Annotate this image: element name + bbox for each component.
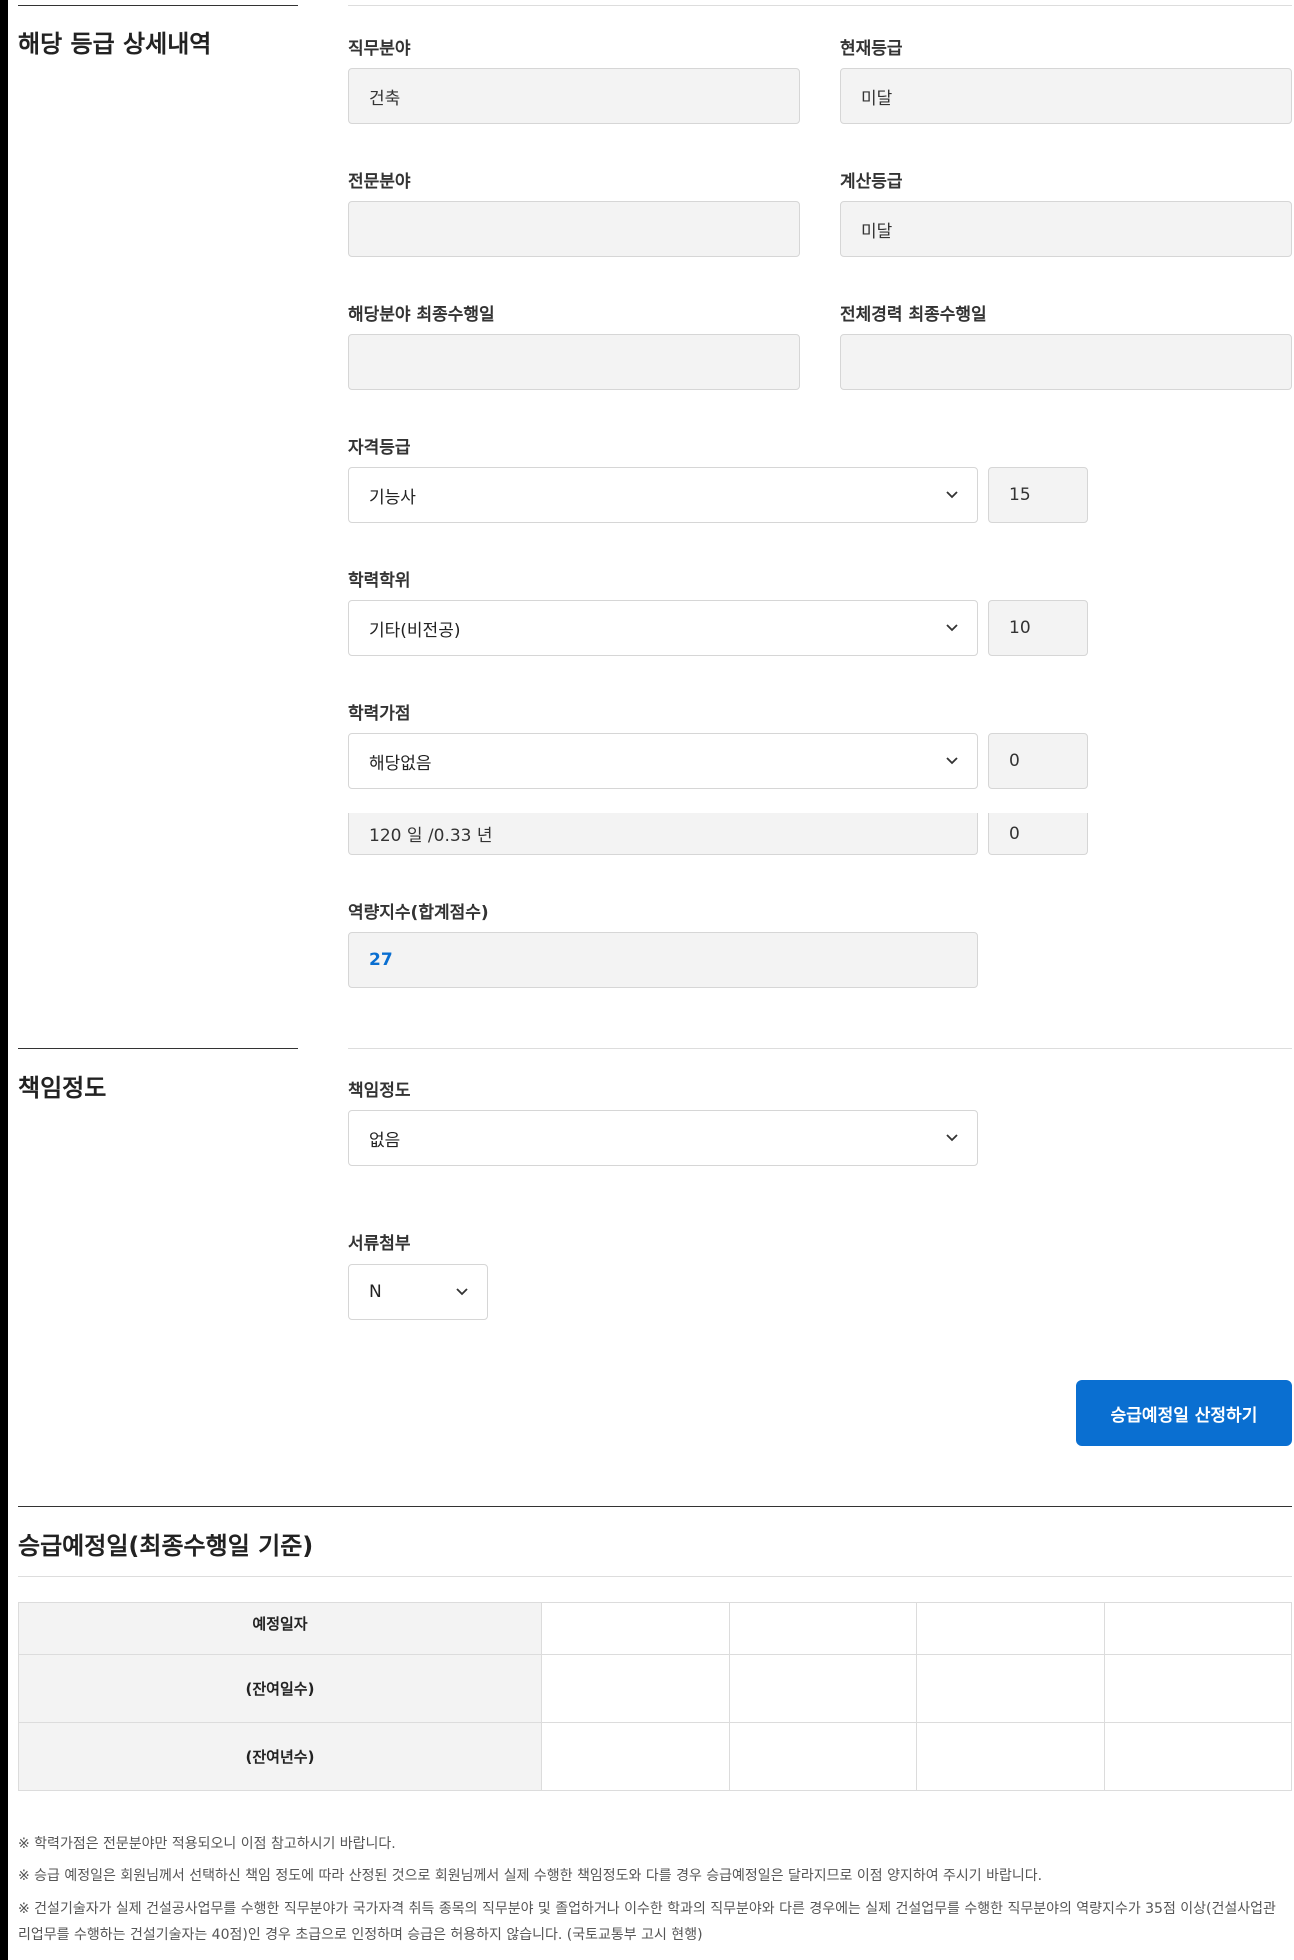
section-divider xyxy=(18,1048,298,1049)
current-grade-input[interactable]: 미달 xyxy=(840,68,1292,124)
table-cell xyxy=(728,1722,917,1791)
documents-label: 서류첨부 xyxy=(348,1234,411,1254)
table-row: (잔여일수) xyxy=(18,1654,1292,1723)
table-row: 예정일자 xyxy=(18,1602,1292,1655)
current-grade-label: 현재등급 xyxy=(840,39,903,59)
chevron-down-icon xyxy=(946,491,958,499)
promotion-result-table: 예정일자 (잔여일수) (잔여년수) xyxy=(18,1602,1292,1791)
note-education-bonus: ※ 학력가점은 전문분야만 적용되오니 이점 참고하시기 바랍니다. xyxy=(18,1836,396,1852)
detail-section-title: 해당 등급 상세내역 xyxy=(18,30,212,58)
table-row-header: (잔여일수) xyxy=(18,1654,542,1723)
section-divider-light xyxy=(348,1048,1292,1049)
table-cell xyxy=(541,1602,730,1655)
education-bonus-label: 학력가점 xyxy=(348,704,411,724)
table-cell xyxy=(728,1654,917,1723)
education-bonus-select[interactable]: 해당없음 xyxy=(348,733,978,789)
calculated-grade-input[interactable]: 미달 xyxy=(840,201,1292,257)
total-last-date-label: 전체경력 최종수행일 xyxy=(840,305,987,325)
education-bonus-score: 0 xyxy=(988,733,1088,789)
education-select[interactable]: 기타(비전공) xyxy=(348,600,978,656)
competency-value: 27 xyxy=(348,932,978,988)
page-left-border xyxy=(0,0,8,1960)
qualification-label: 자격등급 xyxy=(348,438,411,458)
table-row-header: 예정일자 xyxy=(18,1602,542,1655)
section-divider xyxy=(18,1506,1292,1507)
qualification-score: 15 xyxy=(988,467,1088,523)
specialty-field-input[interactable] xyxy=(348,201,800,257)
chevron-down-icon xyxy=(946,757,958,765)
table-row: (잔여년수) xyxy=(18,1722,1292,1791)
education-label: 학력학위 xyxy=(348,571,411,591)
table-cell xyxy=(1103,1722,1292,1791)
qualification-select[interactable]: 기능사 xyxy=(348,467,978,523)
education-bonus-selected: 해당없음 xyxy=(369,753,432,774)
field-last-date-input[interactable] xyxy=(348,334,800,390)
responsibility-label: 책임정도 xyxy=(348,1081,411,1101)
table-cell xyxy=(541,1722,730,1791)
career-period-field: 120 일 /0.33 년 xyxy=(348,813,978,855)
result-section-title: 승급예정일(최종수행일 기준) xyxy=(18,1532,314,1560)
education-score: 10 xyxy=(988,600,1088,656)
table-cell xyxy=(728,1602,917,1655)
table-cell xyxy=(916,1602,1105,1655)
qualification-selected: 기능사 xyxy=(369,487,416,508)
section-divider-light xyxy=(18,1576,1292,1577)
career-score: 0 xyxy=(988,813,1088,855)
table-cell xyxy=(916,1654,1105,1723)
education-selected: 기타(비전공) xyxy=(369,620,461,641)
job-field-input[interactable]: 건축 xyxy=(348,68,800,124)
table-row-header: (잔여년수) xyxy=(18,1722,542,1791)
total-last-date-input[interactable] xyxy=(840,334,1292,390)
responsibility-section-title: 책임정도 xyxy=(18,1074,107,1102)
job-field-label: 직무분야 xyxy=(348,39,411,59)
documents-select[interactable]: N xyxy=(348,1264,488,1320)
chevron-down-icon xyxy=(456,1288,468,1296)
section-divider-light xyxy=(348,5,1292,6)
calculated-grade-label: 계산등급 xyxy=(840,172,903,192)
chevron-down-icon xyxy=(946,1134,958,1142)
note-competency-rule: ※ 건설기술자가 실제 건설공사업무를 수행한 직무분야가 국가자격 취득 종목… xyxy=(18,1901,1276,1943)
responsibility-selected: 없음 xyxy=(369,1130,401,1151)
table-cell xyxy=(541,1654,730,1723)
table-cell xyxy=(1103,1654,1292,1723)
competency-label: 역량지수(합계점수) xyxy=(348,903,489,923)
documents-selected: N xyxy=(369,1282,382,1302)
note-responsibility: ※ 승급 예정일은 회원님께서 선택하신 책임 정도에 따라 산정된 것으로 회… xyxy=(18,1868,1043,1884)
calculate-promotion-button[interactable]: 승급예정일 산정하기 xyxy=(1076,1380,1292,1446)
table-cell xyxy=(1103,1602,1292,1655)
responsibility-select[interactable]: 없음 xyxy=(348,1110,978,1166)
field-last-date-label: 해당분야 최종수행일 xyxy=(348,305,495,325)
table-cell xyxy=(916,1722,1105,1791)
chevron-down-icon xyxy=(946,624,958,632)
section-divider xyxy=(18,5,298,6)
specialty-field-label: 전문분야 xyxy=(348,172,411,192)
